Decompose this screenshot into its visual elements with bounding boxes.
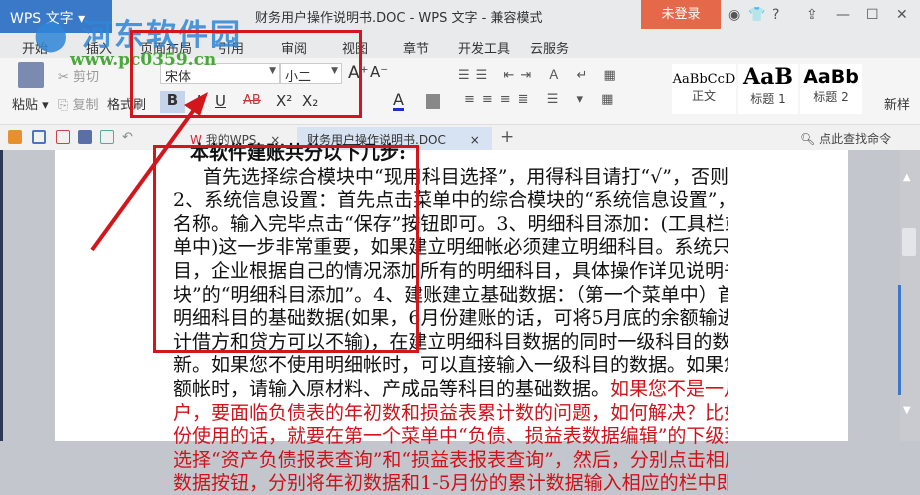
text-line: 户，要面临负债表的年初数和损益表累计数的问题，如何解决？比如：您是6月 — [173, 401, 728, 425]
style-label: 标题 2 — [813, 90, 849, 104]
text-run: 新。如果您不使用明细帐时，可以直接输入一级科目的数据。如果您使用数量金 — [173, 354, 728, 377]
cut-label: 剪切 — [73, 70, 100, 85]
scrollbar-thumb[interactable] — [902, 228, 916, 256]
paste-icon[interactable] — [18, 62, 44, 88]
style-sample: AaBb — [803, 66, 859, 88]
text-run: 户，要面临负债表的年初数和损益表累计数的问题，如何解决？比如：您是6月 — [173, 401, 728, 424]
search-placeholder: 点此查找命令 — [819, 132, 892, 146]
copy-label: 复制 — [72, 98, 99, 113]
vertical-scrollbar[interactable] — [900, 150, 920, 441]
undo-icon[interactable]: ↶ — [122, 130, 136, 145]
shrink-font-icon[interactable]: A⁻ — [370, 63, 388, 81]
minimize-button[interactable]: — — [836, 7, 850, 23]
preview-icon[interactable] — [100, 130, 114, 144]
text-run: 选择“资产负债报表查询”和“损益表报表查询”，然后，分别点击相应的修改 — [173, 448, 728, 471]
style-heading2[interactable]: AaBb 标题 2 — [800, 64, 862, 114]
copy-button[interactable]: ⎘ 复制 — [58, 94, 99, 113]
close-button[interactable]: ✕ — [896, 7, 908, 23]
new-style-button[interactable]: 新样 — [884, 94, 910, 113]
print-icon[interactable] — [78, 130, 92, 144]
shirt-icon[interactable]: 👕 — [748, 7, 765, 23]
text-line: 选择“资产负债报表查询”和“损益表报表查询”，然后，分别点击相应的修改 — [173, 448, 728, 472]
align-icons[interactable]: ≡≡≡≣ ☰ ▾ ▦ — [464, 92, 620, 107]
char-shading-icon[interactable] — [426, 94, 440, 109]
export-icon[interactable] — [56, 130, 70, 144]
open-icon[interactable] — [8, 130, 22, 144]
style-normal[interactable]: AaBbCcD 正文 — [672, 64, 736, 114]
skin-icon[interactable]: ◉ — [728, 7, 740, 23]
font-color-icon[interactable]: A — [393, 92, 404, 111]
text-line: 额帐时，请输入原材料、产成品等科目的基础数据。如果您不是一月份建账的用 — [173, 377, 728, 401]
search-icon: 🔍︎ — [800, 132, 816, 146]
command-search[interactable]: 🔍︎ 点此查找命令 — [800, 130, 891, 147]
help-button[interactable]: ? — [772, 7, 779, 23]
maximize-button[interactable]: ☐ — [866, 7, 879, 23]
style-label: 正文 — [691, 89, 716, 103]
text-run: 数据按钮，分别将年初数据和1-5月份的累计数据输入相应的栏中即可。5、如果 — [173, 472, 728, 495]
style-heading1[interactable]: AaB 标题 1 — [738, 64, 798, 114]
text-line: 数据按钮，分别将年初数据和1-5月份的累计数据输入相应的栏中即可。5、如果 — [173, 471, 728, 495]
style-sample: AaB — [743, 64, 793, 90]
scroll-position-indicator — [898, 285, 901, 395]
list-icons[interactable]: ☰☰ ⇤⇥ Ａ ↵ ▦ — [458, 64, 622, 83]
save-icon[interactable] — [32, 130, 46, 144]
text-line: 份使用的话，就要在第一个菜单中“负债、损益表数据编辑”的下级菜单中分别 — [173, 424, 728, 448]
text-line: 新。如果您不使用明细帐时，可以直接输入一级科目的数据。如果您使用数量金 — [173, 353, 728, 377]
text-run: 额帐时，请输入原材料、产成品等科目的基础数据。 — [173, 378, 611, 400]
style-label: 标题 1 — [750, 92, 786, 106]
text-run: 份使用的话，就要在第一个菜单中“负债、损益表数据编辑”的下级菜单中分别 — [173, 425, 728, 448]
login-button[interactable]: 未登录 — [641, 0, 721, 29]
scroll-up-icon[interactable]: ▲ — [903, 172, 911, 183]
paste-label: 粘贴 — [12, 98, 39, 113]
paste-button[interactable]: 粘贴 ▾ — [12, 94, 49, 113]
annotation-box-text — [153, 145, 419, 353]
tab-cloud[interactable]: 云服务 — [530, 38, 569, 57]
tab-developer[interactable]: 开发工具 — [458, 38, 510, 57]
scroll-down-icon[interactable]: ▼ — [903, 405, 911, 416]
upload-icon[interactable]: ⇪ — [806, 7, 818, 23]
text-run-red: 如果您不是一月份建账的用 — [610, 378, 728, 400]
annotation-box-ribbon — [130, 30, 362, 118]
tab-chapter[interactable]: 章节 — [403, 38, 429, 57]
window-title: 财务用户操作说明书.DOC - WPS 文字 - 兼容模式 — [255, 11, 543, 26]
left-margin — [0, 150, 55, 441]
style-sample: AaBbCcD — [672, 72, 736, 87]
